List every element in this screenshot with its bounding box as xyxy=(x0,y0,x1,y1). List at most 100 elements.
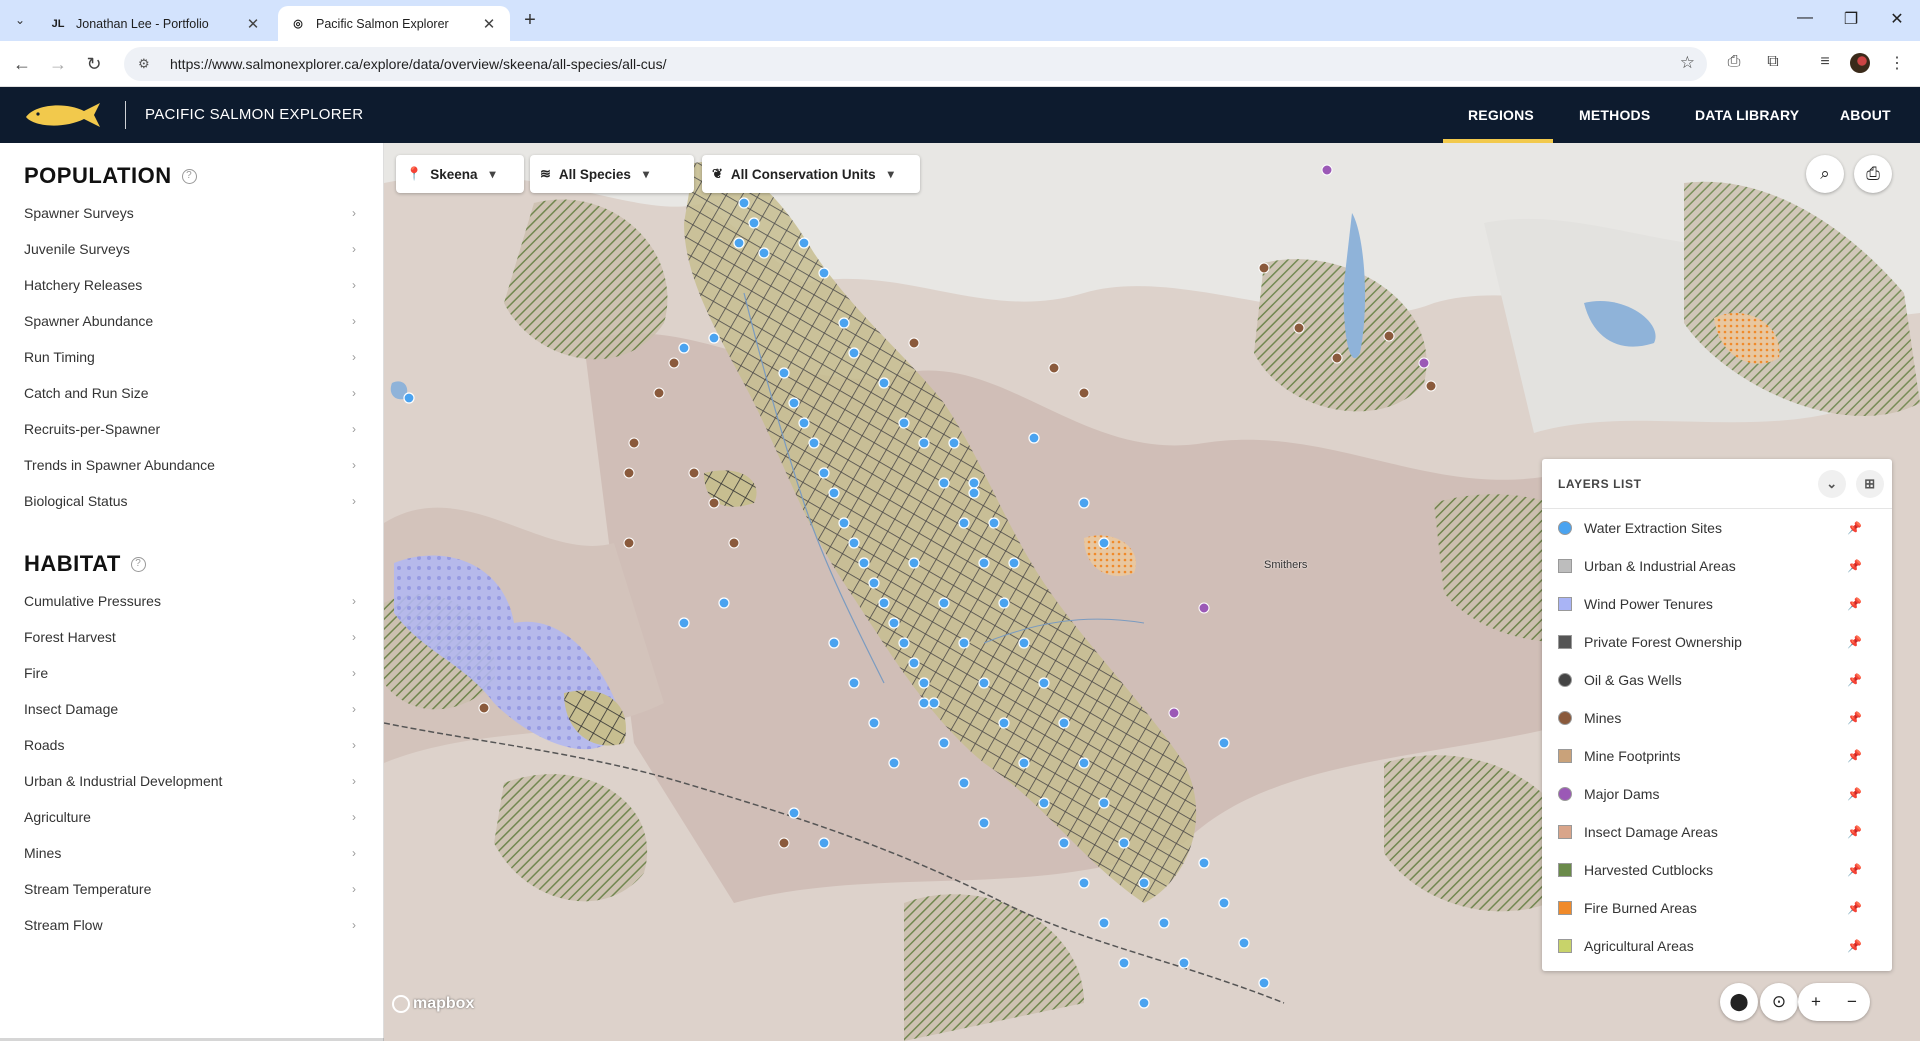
mapbox-attribution[interactable]: mapbox xyxy=(392,995,474,1013)
pin-icon[interactable]: 📌 xyxy=(1847,559,1862,573)
nav-data-library[interactable]: DATA LIBRARY xyxy=(1695,107,1799,123)
new-tab-button[interactable]: + xyxy=(518,9,542,32)
layer-item-agricultural-areas[interactable]: Agricultural Areas 📌 xyxy=(1542,927,1892,965)
pin-icon[interactable]: 📌 xyxy=(1847,711,1862,725)
sidebar-item-agriculture[interactable]: Agriculture › xyxy=(24,803,356,831)
salmon-logo-icon[interactable] xyxy=(24,99,102,131)
pin-icon[interactable]: 📌 xyxy=(1847,597,1862,611)
sidebar-item-roads[interactable]: Roads › xyxy=(24,731,356,759)
help-icon[interactable]: ? xyxy=(130,556,146,572)
nav-about[interactable]: ABOUT xyxy=(1840,107,1891,123)
printer-extension-icon[interactable]: ⎙ xyxy=(1723,53,1745,71)
sidebar-item-recruits-per-spawner[interactable]: Recruits-per-Spawner › xyxy=(24,415,356,443)
chevron-right-icon: › xyxy=(352,738,356,752)
layer-label: Private Forest Ownership xyxy=(1584,634,1742,650)
species-filter-value: All Species xyxy=(558,166,631,182)
sidebar-item-spawner-abundance[interactable]: Spawner Abundance › xyxy=(24,307,356,335)
population-section-title: POPULATION ? xyxy=(24,163,197,189)
search-icon[interactable]: ⌕ xyxy=(1806,155,1844,193)
layer-item-private-forest-ownership[interactable]: Private Forest Ownership 📌 xyxy=(1542,623,1892,661)
sidebar-item-juvenile-surveys[interactable]: Juvenile Surveys › xyxy=(24,235,356,263)
collapse-chevron-icon[interactable]: ⌄ xyxy=(1818,470,1846,498)
sidebar-item-trends-in-spawner-abundance[interactable]: Trends in Spawner Abundance › xyxy=(24,451,356,479)
sidebar-item-mines[interactable]: Mines › xyxy=(24,839,356,867)
sidebar-item-label: Stream Temperature xyxy=(24,881,152,897)
nav-regions[interactable]: REGIONS xyxy=(1468,107,1534,123)
layer-swatch-icon xyxy=(1558,787,1572,801)
layer-item-harvested-cutblocks[interactable]: Harvested Cutblocks 📌 xyxy=(1542,851,1892,889)
layer-item-mine-footprints[interactable]: Mine Footprints 📌 xyxy=(1542,737,1892,775)
chevron-right-icon: › xyxy=(352,494,356,508)
zoom-in-button[interactable]: + xyxy=(1811,992,1821,1012)
back-icon[interactable]: ← xyxy=(10,52,34,76)
close-window-icon[interactable]: ✕ xyxy=(1882,9,1912,29)
globe-icon: ◎ xyxy=(293,18,303,30)
pin-icon[interactable]: 📌 xyxy=(1847,787,1862,801)
tab-search-icon[interactable]: ⌄ xyxy=(8,8,32,32)
close-tab-icon[interactable]: ✕ xyxy=(244,15,262,33)
layer-item-water-extraction-sites[interactable]: Water Extraction Sites 📌 xyxy=(1542,509,1892,547)
sidebar-item-urban-industrial-development[interactable]: Urban & Industrial Development › xyxy=(24,767,356,795)
site-info-icon[interactable]: ⚙ xyxy=(138,56,156,72)
print-icon[interactable]: ⎙ xyxy=(1854,155,1892,193)
sidebar-item-label: Spawner Surveys xyxy=(24,205,134,221)
layer-item-wind-power-tenures[interactable]: Wind Power Tenures 📌 xyxy=(1542,585,1892,623)
layer-item-fire-burned-areas[interactable]: Fire Burned Areas 📌 xyxy=(1542,889,1892,927)
sidebar-item-spawner-surveys[interactable]: Spawner Surveys › xyxy=(24,199,356,227)
pin-icon[interactable]: 📌 xyxy=(1847,863,1862,877)
sidebar-item-insect-damage[interactable]: Insect Damage › xyxy=(24,695,356,723)
chevron-right-icon: › xyxy=(352,458,356,472)
species-filter[interactable]: ≋ All Species ▾ xyxy=(530,155,694,193)
sidebar-item-hatchery-releases[interactable]: Hatchery Releases › xyxy=(24,271,356,299)
browser-tab-salmon-explorer[interactable]: ◎ Pacific Salmon Explorer ✕ xyxy=(278,6,510,41)
sidebar-item-catch-and-run-size[interactable]: Catch and Run Size › xyxy=(24,379,356,407)
conservation-unit-filter[interactable]: ❦ All Conservation Units ▾ xyxy=(702,155,920,193)
layers-list-panel: LAYERS LIST ⌄ ⊞ Water Extraction Sites 📌 U… xyxy=(1542,459,1892,971)
map-canvas[interactable]: 📍 Skeena ▾ ≋ All Species ▾ ❦ All Conserv… xyxy=(384,143,1920,1041)
layer-item-urban-industrial-areas[interactable]: Urban & Industrial Areas 📌 xyxy=(1542,547,1892,585)
address-bar[interactable]: ⚙ https://www.salmonexplorer.ca/explore/… xyxy=(124,47,1707,81)
chevron-right-icon: › xyxy=(352,882,356,896)
close-tab-icon[interactable]: ✕ xyxy=(480,15,498,33)
pin-icon[interactable]: 📌 xyxy=(1847,939,1862,953)
help-icon[interactable]: ? xyxy=(181,168,197,184)
layers-list-header: LAYERS LIST ⌄ ⊞ xyxy=(1542,459,1892,509)
extensions-icon[interactable]: ⧉ xyxy=(1762,53,1784,71)
pin-icon[interactable]: 📌 xyxy=(1847,749,1862,763)
sidebar-item-label: Catch and Run Size xyxy=(24,385,149,401)
layer-item-oil-gas-wells[interactable]: Oil & Gas Wells 📌 xyxy=(1542,661,1892,699)
layer-item-major-dams[interactable]: Major Dams 📌 xyxy=(1542,775,1892,813)
recenter-icon[interactable]: ⊙ xyxy=(1760,983,1798,1021)
profile-avatar[interactable] xyxy=(1850,53,1870,73)
sidebar-item-fire[interactable]: Fire › xyxy=(24,659,356,687)
pin-icon[interactable]: 📌 xyxy=(1847,825,1862,839)
pin-icon[interactable]: 📌 xyxy=(1847,673,1862,687)
restore-icon[interactable]: ❐ xyxy=(1836,9,1866,29)
location-marker-icon[interactable]: ⬤ xyxy=(1720,983,1758,1021)
chrome-menu-icon[interactable]: ⋮ xyxy=(1886,53,1908,73)
sidebar-item-forest-harvest[interactable]: Forest Harvest › xyxy=(24,623,356,651)
region-filter[interactable]: 📍 Skeena ▾ xyxy=(396,155,524,193)
pin-icon[interactable]: 📌 xyxy=(1847,521,1862,535)
pin-icon[interactable]: 📌 xyxy=(1847,635,1862,649)
pin-icon[interactable]: 📌 xyxy=(1847,901,1862,915)
sidebar-item-run-timing[interactable]: Run Timing › xyxy=(24,343,356,371)
sidebar-item-biological-status[interactable]: Biological Status › xyxy=(24,487,356,515)
media-icon[interactable]: ≡ xyxy=(1814,53,1836,71)
sidebar-item-stream-temperature[interactable]: Stream Temperature › xyxy=(24,875,356,903)
forward-icon[interactable]: → xyxy=(46,52,70,76)
site-name[interactable]: PACIFIC SALMON EXPLORER xyxy=(145,106,363,123)
layer-item-mines[interactable]: Mines 📌 xyxy=(1542,699,1892,737)
layer-swatch-icon xyxy=(1558,939,1572,953)
sidebar-item-cumulative-pressures[interactable]: Cumulative Pressures › xyxy=(24,587,356,615)
layer-item-insect-damage-areas[interactable]: Insect Damage Areas 📌 xyxy=(1542,813,1892,851)
nav-methods[interactable]: METHODS xyxy=(1579,107,1650,123)
reload-icon[interactable]: ↻ xyxy=(82,52,106,76)
zoom-out-button[interactable]: − xyxy=(1847,992,1857,1012)
browser-tab-portfolio[interactable]: JL Jonathan Lee - Portfolio ✕ xyxy=(38,6,274,41)
url-text: https://www.salmonexplorer.ca/explore/da… xyxy=(170,56,667,72)
bookmark-star-icon[interactable]: ☆ xyxy=(1680,53,1695,73)
layers-grid-icon[interactable]: ⊞ xyxy=(1856,470,1884,498)
sidebar-item-stream-flow[interactable]: Stream Flow › xyxy=(24,911,356,939)
minimize-icon[interactable]: — xyxy=(1790,9,1820,27)
